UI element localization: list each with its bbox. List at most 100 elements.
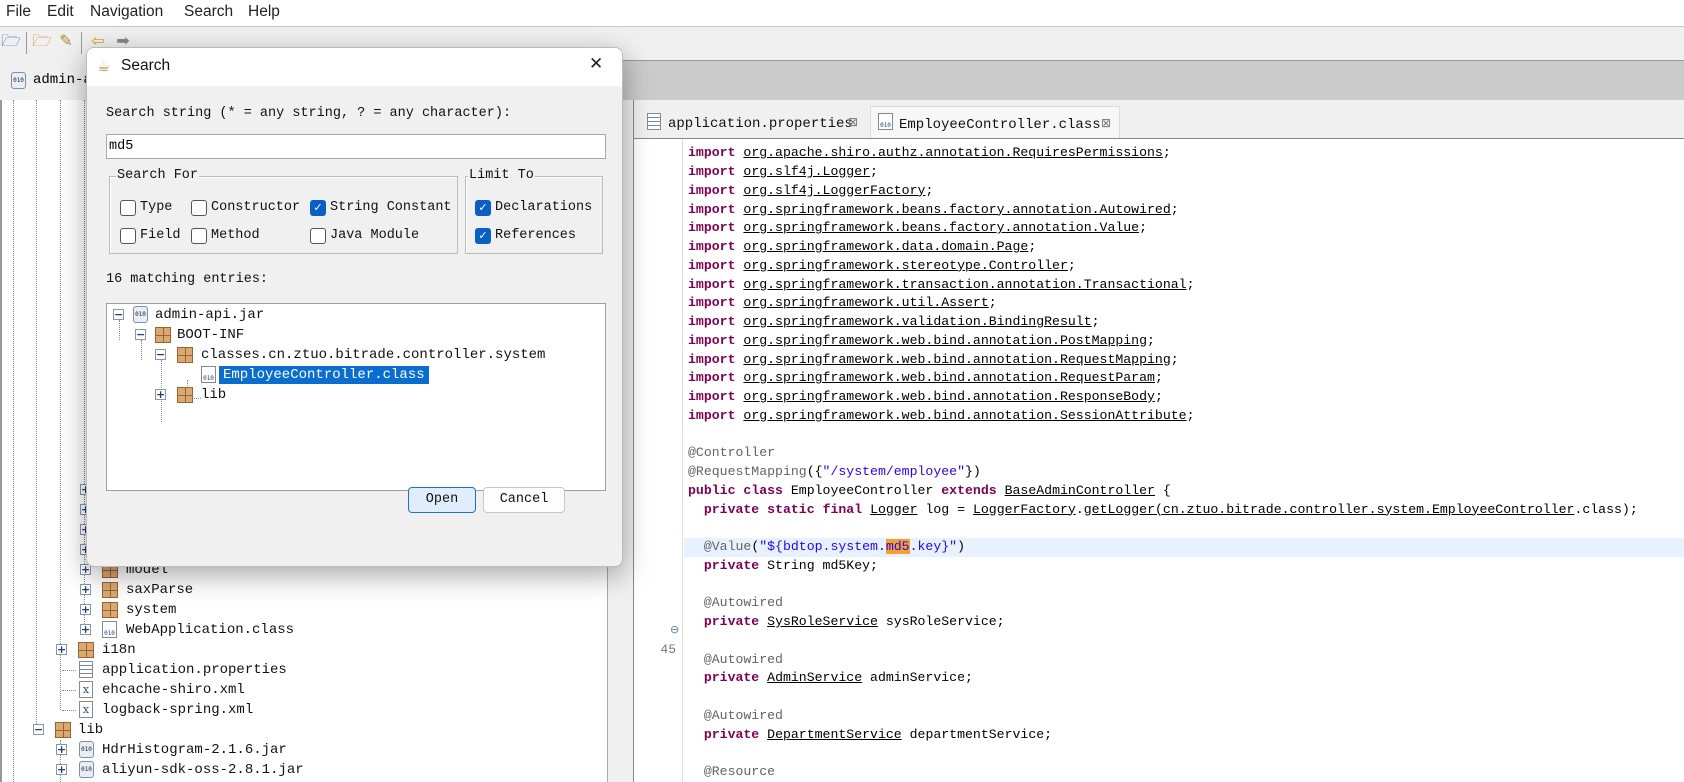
tree-item-hdrhistogram-jar[interactable]: + 010 HdrHistogram-2.1.6.jar (2, 740, 602, 760)
expand-icon[interactable]: + (155, 389, 166, 400)
fold-collapse-icon[interactable]: ⊖ (670, 623, 679, 636)
code-token: Logger (870, 501, 918, 517)
expand-icon[interactable]: + (80, 624, 91, 635)
result-label: classes.cn.ztuo.bitrade.controller.syste… (201, 347, 546, 363)
tree-item-webapplication-class[interactable]: + 010 WebApplication.class (2, 620, 602, 640)
references-checkbox[interactable]: ✓ (475, 228, 491, 244)
toolbar-separator (26, 32, 27, 54)
method-checkbox[interactable] (191, 228, 207, 244)
code-line: import org.springframework.web.bind.anno… (684, 332, 1684, 351)
collapse-icon[interactable]: − (155, 349, 166, 360)
java-module-label: Java Module (330, 228, 420, 243)
code-line: private AdminService adminService; (684, 669, 1684, 688)
class-file-icon: 010 (102, 621, 117, 638)
expand-icon[interactable]: + (80, 584, 91, 595)
code-token: "/system/employee" (822, 464, 965, 479)
result-admin-api-jar[interactable]: − 010 admin-api.jar (107, 305, 597, 325)
tree-item-application-properties[interactable]: application.properties (2, 660, 602, 680)
code-token: ; (1162, 145, 1171, 161)
field-checkbox[interactable] (120, 228, 136, 244)
open-type-icon[interactable]: 🗁 (32, 33, 52, 51)
result-label: BOOT-INF (177, 327, 245, 343)
code-token: import (688, 351, 736, 367)
code-line: public class EmployeeController extends … (684, 482, 1684, 501)
package-icon (102, 602, 118, 618)
code-token: org.slf4j.LoggerFactory (743, 182, 926, 198)
tree-item-lib[interactable]: − lib (2, 720, 602, 740)
code-editor[interactable]: 45 ⊖ import org.apache.shiro.authz.annot… (634, 138, 1684, 782)
code-token: EmployeeController (782, 482, 942, 498)
collapse-icon[interactable]: − (113, 309, 124, 320)
code-token: import (688, 314, 736, 329)
java-module-checkbox[interactable] (310, 228, 326, 244)
tree-item-aliyun-sdk-oss-jar[interactable]: + 010 aliyun-sdk-oss-2.8.1.jar (2, 760, 602, 780)
open-resource-icon[interactable]: ✎ (56, 33, 76, 51)
expand-icon[interactable]: + (56, 764, 67, 775)
code-token: ; (1091, 314, 1100, 329)
close-icon[interactable]: ✕ (589, 54, 603, 74)
search-input[interactable] (106, 134, 606, 159)
code-token: private (703, 557, 760, 573)
code-token: import (688, 332, 736, 348)
expand-icon[interactable]: + (56, 644, 67, 655)
code-line: import org.springframework.stereotype.Co… (684, 257, 1684, 276)
tree-item-saxparse[interactable]: + saxParse (2, 580, 602, 600)
open-file-icon[interactable]: 🗁 (1, 33, 21, 51)
references-label: References (495, 228, 577, 243)
expand-icon[interactable]: + (80, 604, 91, 615)
code-token: org.springframework.data.domain.Page (743, 239, 1029, 254)
tree-item-logback-spring-xml[interactable]: x logback-spring.xml (2, 700, 602, 720)
menu-search[interactable]: Search (184, 3, 233, 21)
code-token: ; (925, 182, 934, 198)
result-label: admin-api.jar (155, 307, 265, 323)
result-package-controller-system[interactable]: − classes.cn.ztuo.bitrade.controller.sys… (107, 345, 597, 365)
menu-help[interactable]: Help (248, 3, 280, 21)
collapse-icon[interactable]: − (33, 724, 44, 735)
field-label: Field (140, 228, 181, 243)
result-label: EmployeeController.class (219, 366, 429, 384)
tree-item-ehcache-shiro-xml[interactable]: x ehcache-shiro.xml (2, 680, 602, 700)
menu-navigation[interactable]: Navigation (90, 3, 163, 21)
declarations-checkbox[interactable]: ✓ (475, 200, 491, 216)
line-number-gutter: 45 ⊖ (634, 139, 683, 782)
result-lib[interactable]: + lib (107, 385, 597, 405)
code-token: extends (941, 482, 997, 498)
code-token: .key}" (909, 539, 958, 554)
search-for-group: Search For Type Constructor ✓ String Con… (109, 168, 458, 254)
code-token: ; (1139, 220, 1148, 236)
code-token: ; (1067, 257, 1076, 273)
string-constant-checkbox[interactable]: ✓ (310, 200, 326, 216)
code-line: import org.springframework.transaction.a… (684, 276, 1684, 295)
code-token: BaseAdminController (1004, 482, 1155, 498)
code-token: org.springframework.web.bind.annotation.… (743, 351, 1171, 367)
code-line: import org.springframework.beans.factory… (684, 219, 1684, 238)
tree-item-label: logback-spring.xml (102, 702, 254, 718)
expand-icon[interactable]: + (56, 744, 67, 755)
code-token: import (688, 164, 736, 179)
tree-item-label: i18n (102, 642, 136, 658)
tree-item-label: application.properties (102, 662, 287, 678)
code-line: @Value("${bdtop.system.md5.key}") (684, 538, 1684, 557)
open-button[interactable]: Open (408, 487, 476, 513)
constructor-checkbox[interactable] (191, 200, 207, 216)
package-icon (55, 722, 71, 738)
code-token: org.springframework.util.Assert (743, 295, 989, 311)
string-constant-label: String Constant (330, 200, 452, 215)
type-checkbox[interactable] (120, 200, 136, 216)
menu-edit[interactable]: Edit (47, 3, 74, 21)
collapse-icon[interactable]: − (135, 329, 146, 340)
code-token: import (688, 257, 736, 273)
cancel-button[interactable]: Cancel (483, 487, 565, 513)
code-token: getLogger (1083, 501, 1155, 517)
result-boot-inf[interactable]: − BOOT-INF (107, 325, 597, 345)
menu-file[interactable]: File (6, 3, 31, 21)
package-icon (155, 327, 171, 343)
tree-item-i18n[interactable]: + i18n (2, 640, 602, 660)
tree-item-system[interactable]: + system (2, 600, 602, 620)
result-employeecontroller-class[interactable]: 010 EmployeeController.class (107, 365, 597, 385)
